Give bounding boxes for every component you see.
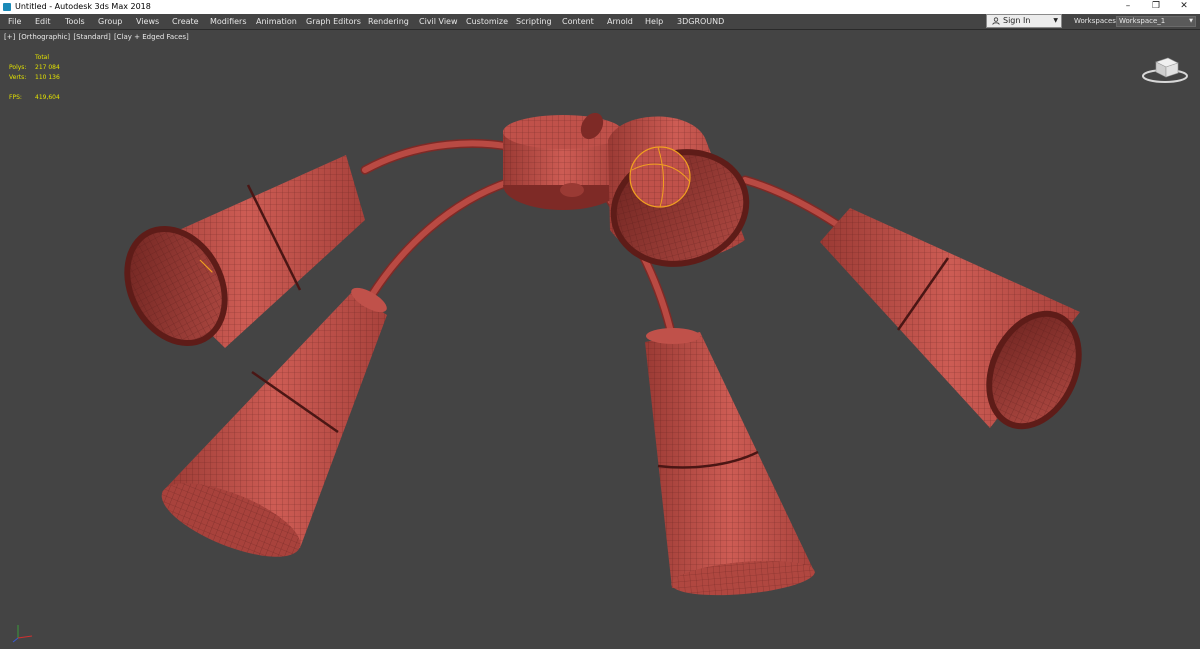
menu-edit[interactable]: Edit (35, 14, 51, 29)
stats-polys-label: Polys: (9, 64, 27, 71)
lamp-base-canopy (503, 115, 623, 210)
workspace-select[interactable]: Workspace_1 ▼ (1116, 16, 1196, 27)
stats-fps-value: 419,604 (35, 94, 60, 101)
viewport-statistics: Total Polys: 217 084 Verts: 110 136 FPS:… (9, 53, 99, 103)
lamp-shade-3 (645, 328, 815, 596)
menu-modifiers[interactable]: Modifiers (210, 14, 247, 29)
menu-rendering[interactable]: Rendering (368, 14, 409, 29)
sign-in-dropdown[interactable]: Sign In ▼ (986, 14, 1062, 28)
workspaces-label: Workspaces: (1074, 17, 1119, 25)
menu-arnold[interactable]: Arnold (607, 14, 633, 29)
menu-customize[interactable]: Customize (466, 14, 508, 29)
viewport-orthographic[interactable]: [+] [Orthographic] [Standard] [Clay + Ed… (0, 30, 1200, 649)
menu-tools[interactable]: Tools (65, 14, 85, 29)
menu-graph-editors[interactable]: Graph Editors (306, 14, 361, 29)
viewport-point-of-view[interactable]: [Orthographic] (19, 33, 71, 41)
menu-group[interactable]: Group (98, 14, 122, 29)
app-icon (3, 3, 11, 11)
chevron-down-icon: ▼ (1053, 17, 1058, 24)
minimize-button[interactable]: – (1114, 0, 1142, 14)
menu-scripting[interactable]: Scripting (516, 14, 552, 29)
user-icon (992, 17, 1000, 25)
close-button[interactable]: ✕ (1170, 0, 1198, 14)
stats-verts-value: 110 136 (35, 74, 60, 81)
viewport-menu-button[interactable]: [+] (4, 33, 15, 41)
menu-3dground[interactable]: 3DGROUND (677, 14, 724, 29)
sign-in-label: Sign In (1003, 16, 1031, 25)
workspace-value: Workspace_1 (1119, 17, 1166, 25)
stats-verts-label: Verts: (9, 74, 27, 81)
stats-header: Total (35, 54, 50, 61)
scene-canvas (124, 112, 1082, 596)
chevron-down-icon: ▼ (1189, 18, 1193, 24)
menu-civil-view[interactable]: Civil View (419, 14, 458, 29)
viewcube-icon[interactable] (1140, 52, 1190, 88)
menu-create[interactable]: Create (172, 14, 199, 29)
window-title: Untitled - Autodesk 3ds Max 2018 (15, 2, 151, 11)
menu-help[interactable]: Help (645, 14, 663, 29)
viewport-display-mode[interactable]: [Clay + Edged Faces] (114, 33, 189, 41)
viewport-label[interactable]: [+] [Orthographic] [Standard] [Clay + Ed… (4, 33, 190, 41)
menu-views[interactable]: Views (136, 14, 159, 29)
viewport-shading-mode[interactable]: [Standard] (73, 33, 110, 41)
axis-tripod-icon (12, 625, 33, 643)
maximize-button[interactable]: ❐ (1142, 0, 1170, 14)
window-titlebar: Untitled - Autodesk 3ds Max 2018 – ❐ ✕ (0, 0, 1200, 14)
stats-polys-value: 217 084 (35, 64, 60, 71)
lamp-shade-4 (820, 208, 1082, 430)
stats-fps-label: FPS: (9, 94, 22, 101)
menu-file[interactable]: File (8, 14, 21, 29)
menu-animation[interactable]: Animation (256, 14, 297, 29)
menu-content[interactable]: Content (562, 14, 594, 29)
